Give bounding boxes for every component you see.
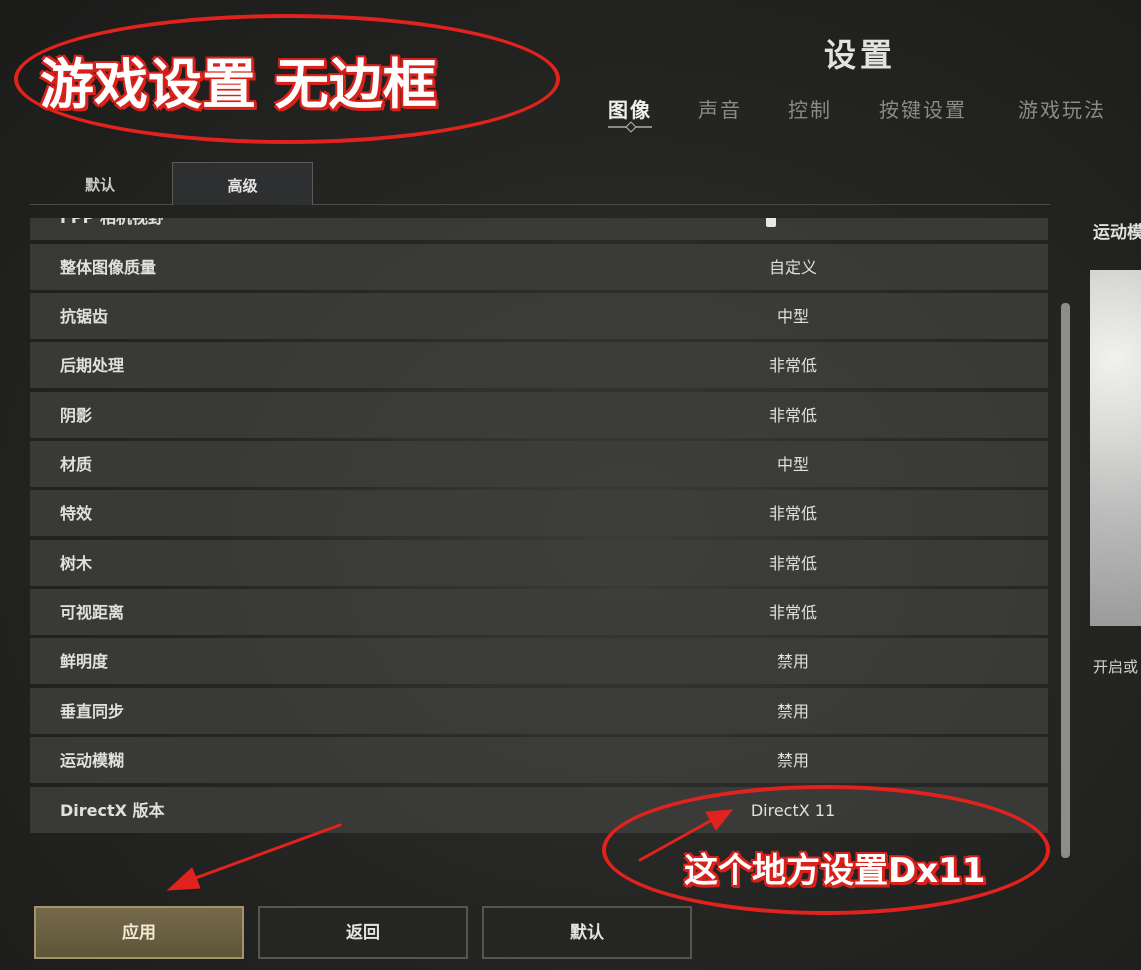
- setting-label: FPP 相机视野: [60, 218, 164, 242]
- tab-graphics[interactable]: 图像: [608, 94, 652, 128]
- setting-value[interactable]: 禁用: [690, 688, 896, 736]
- setting-row-shadows[interactable]: 阴影 非常低: [30, 392, 1048, 438]
- setting-label: 阴影: [60, 406, 93, 425]
- preview-image: [1090, 270, 1141, 626]
- setting-label: 后期处理: [60, 356, 125, 375]
- setting-row-motion-blur[interactable]: 运动模糊 禁用: [30, 737, 1048, 783]
- subtab-advanced[interactable]: 高级: [172, 162, 313, 205]
- setting-row-overall-quality[interactable]: 整体图像质量 自定义: [30, 244, 1048, 290]
- setting-label: 树木: [60, 554, 93, 573]
- setting-value[interactable]: 非常低: [690, 540, 896, 588]
- setting-value[interactable]: 禁用: [690, 737, 896, 785]
- description-text: 开启或: [1093, 658, 1139, 676]
- setting-label: 鲜明度: [60, 652, 109, 671]
- description-title: 运动模: [1093, 223, 1141, 243]
- sub-tab-bar: 默认 高级: [30, 162, 1050, 205]
- subtab-default[interactable]: 默认: [30, 162, 170, 204]
- setting-value[interactable]: 自定义: [690, 244, 896, 292]
- tab-keybindings[interactable]: 按键设置: [879, 94, 967, 123]
- arrow-head-apply-icon: [166, 867, 201, 891]
- setting-row-vsync[interactable]: 垂直同步 禁用: [30, 688, 1048, 734]
- setting-row-view-distance[interactable]: 可视距离 非常低: [30, 589, 1048, 635]
- fov-slider-thumb[interactable]: [766, 218, 776, 227]
- page-title: 设置: [823, 36, 896, 74]
- setting-label: 抗锯齿: [60, 307, 109, 326]
- setting-row-effects[interactable]: 特效 非常低: [30, 490, 1048, 536]
- setting-label: 可视距离: [60, 603, 125, 622]
- setting-row-post-processing[interactable]: 后期处理 非常低: [30, 342, 1048, 388]
- reset-default-button[interactable]: 默认: [482, 906, 692, 959]
- setting-label: 整体图像质量: [60, 258, 157, 277]
- settings-list[interactable]: FPP 相机视野 90 整体图像质量 自定义 抗锯齿 中型 后期处理 非常低 阴…: [30, 218, 1048, 840]
- setting-label: 材质: [60, 455, 93, 474]
- setting-value[interactable]: 禁用: [690, 638, 896, 686]
- setting-label: 运动模糊: [60, 751, 125, 770]
- setting-label: 垂直同步: [60, 702, 125, 721]
- setting-label: 特效: [60, 504, 93, 523]
- settings-scrollbar[interactable]: [1061, 303, 1070, 858]
- setting-row-anti-aliasing[interactable]: 抗锯齿 中型: [30, 293, 1048, 339]
- setting-row-foliage[interactable]: 树木 非常低: [30, 540, 1048, 586]
- setting-row-sharpen[interactable]: 鲜明度 禁用: [30, 638, 1048, 684]
- setting-value[interactable]: 非常低: [690, 342, 896, 390]
- active-tab-indicator: [608, 126, 652, 128]
- setting-row-fpp-fov[interactable]: FPP 相机视野 90: [30, 218, 1048, 240]
- setting-value[interactable]: 非常低: [690, 589, 896, 637]
- setting-value[interactable]: 非常低: [690, 392, 896, 440]
- annotation-note-bottom: 这个地方设置Dx11: [684, 851, 986, 891]
- annotation-note-top: 游戏设置 无边框: [40, 53, 437, 116]
- setting-row-textures[interactable]: 材质 中型: [30, 441, 1048, 487]
- apply-button[interactable]: 应用: [34, 906, 244, 959]
- tab-sound[interactable]: 声音: [698, 94, 742, 123]
- setting-value[interactable]: 中型: [690, 293, 896, 341]
- setting-value[interactable]: 中型: [690, 441, 896, 489]
- tab-label: 图像: [608, 98, 652, 122]
- tab-controls[interactable]: 控制: [788, 94, 832, 123]
- back-button[interactable]: 返回: [258, 906, 468, 959]
- setting-label: DirectX 版本: [60, 801, 165, 820]
- setting-value[interactable]: 非常低: [690, 490, 896, 538]
- setting-description-panel: 运动模 开启或: [1090, 210, 1141, 690]
- tab-gameplay[interactable]: 游戏玩法: [1018, 94, 1106, 123]
